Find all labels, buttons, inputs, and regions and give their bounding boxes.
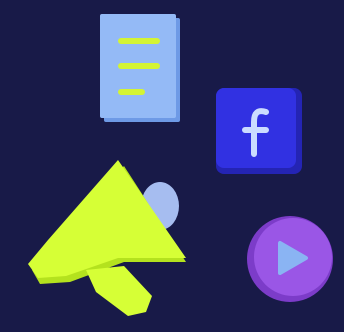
play-button-icon <box>247 216 333 302</box>
marketing-illustration <box>0 0 344 332</box>
facebook-icon <box>216 88 302 174</box>
document-icon <box>100 14 180 122</box>
illustration-canvas <box>0 0 344 332</box>
